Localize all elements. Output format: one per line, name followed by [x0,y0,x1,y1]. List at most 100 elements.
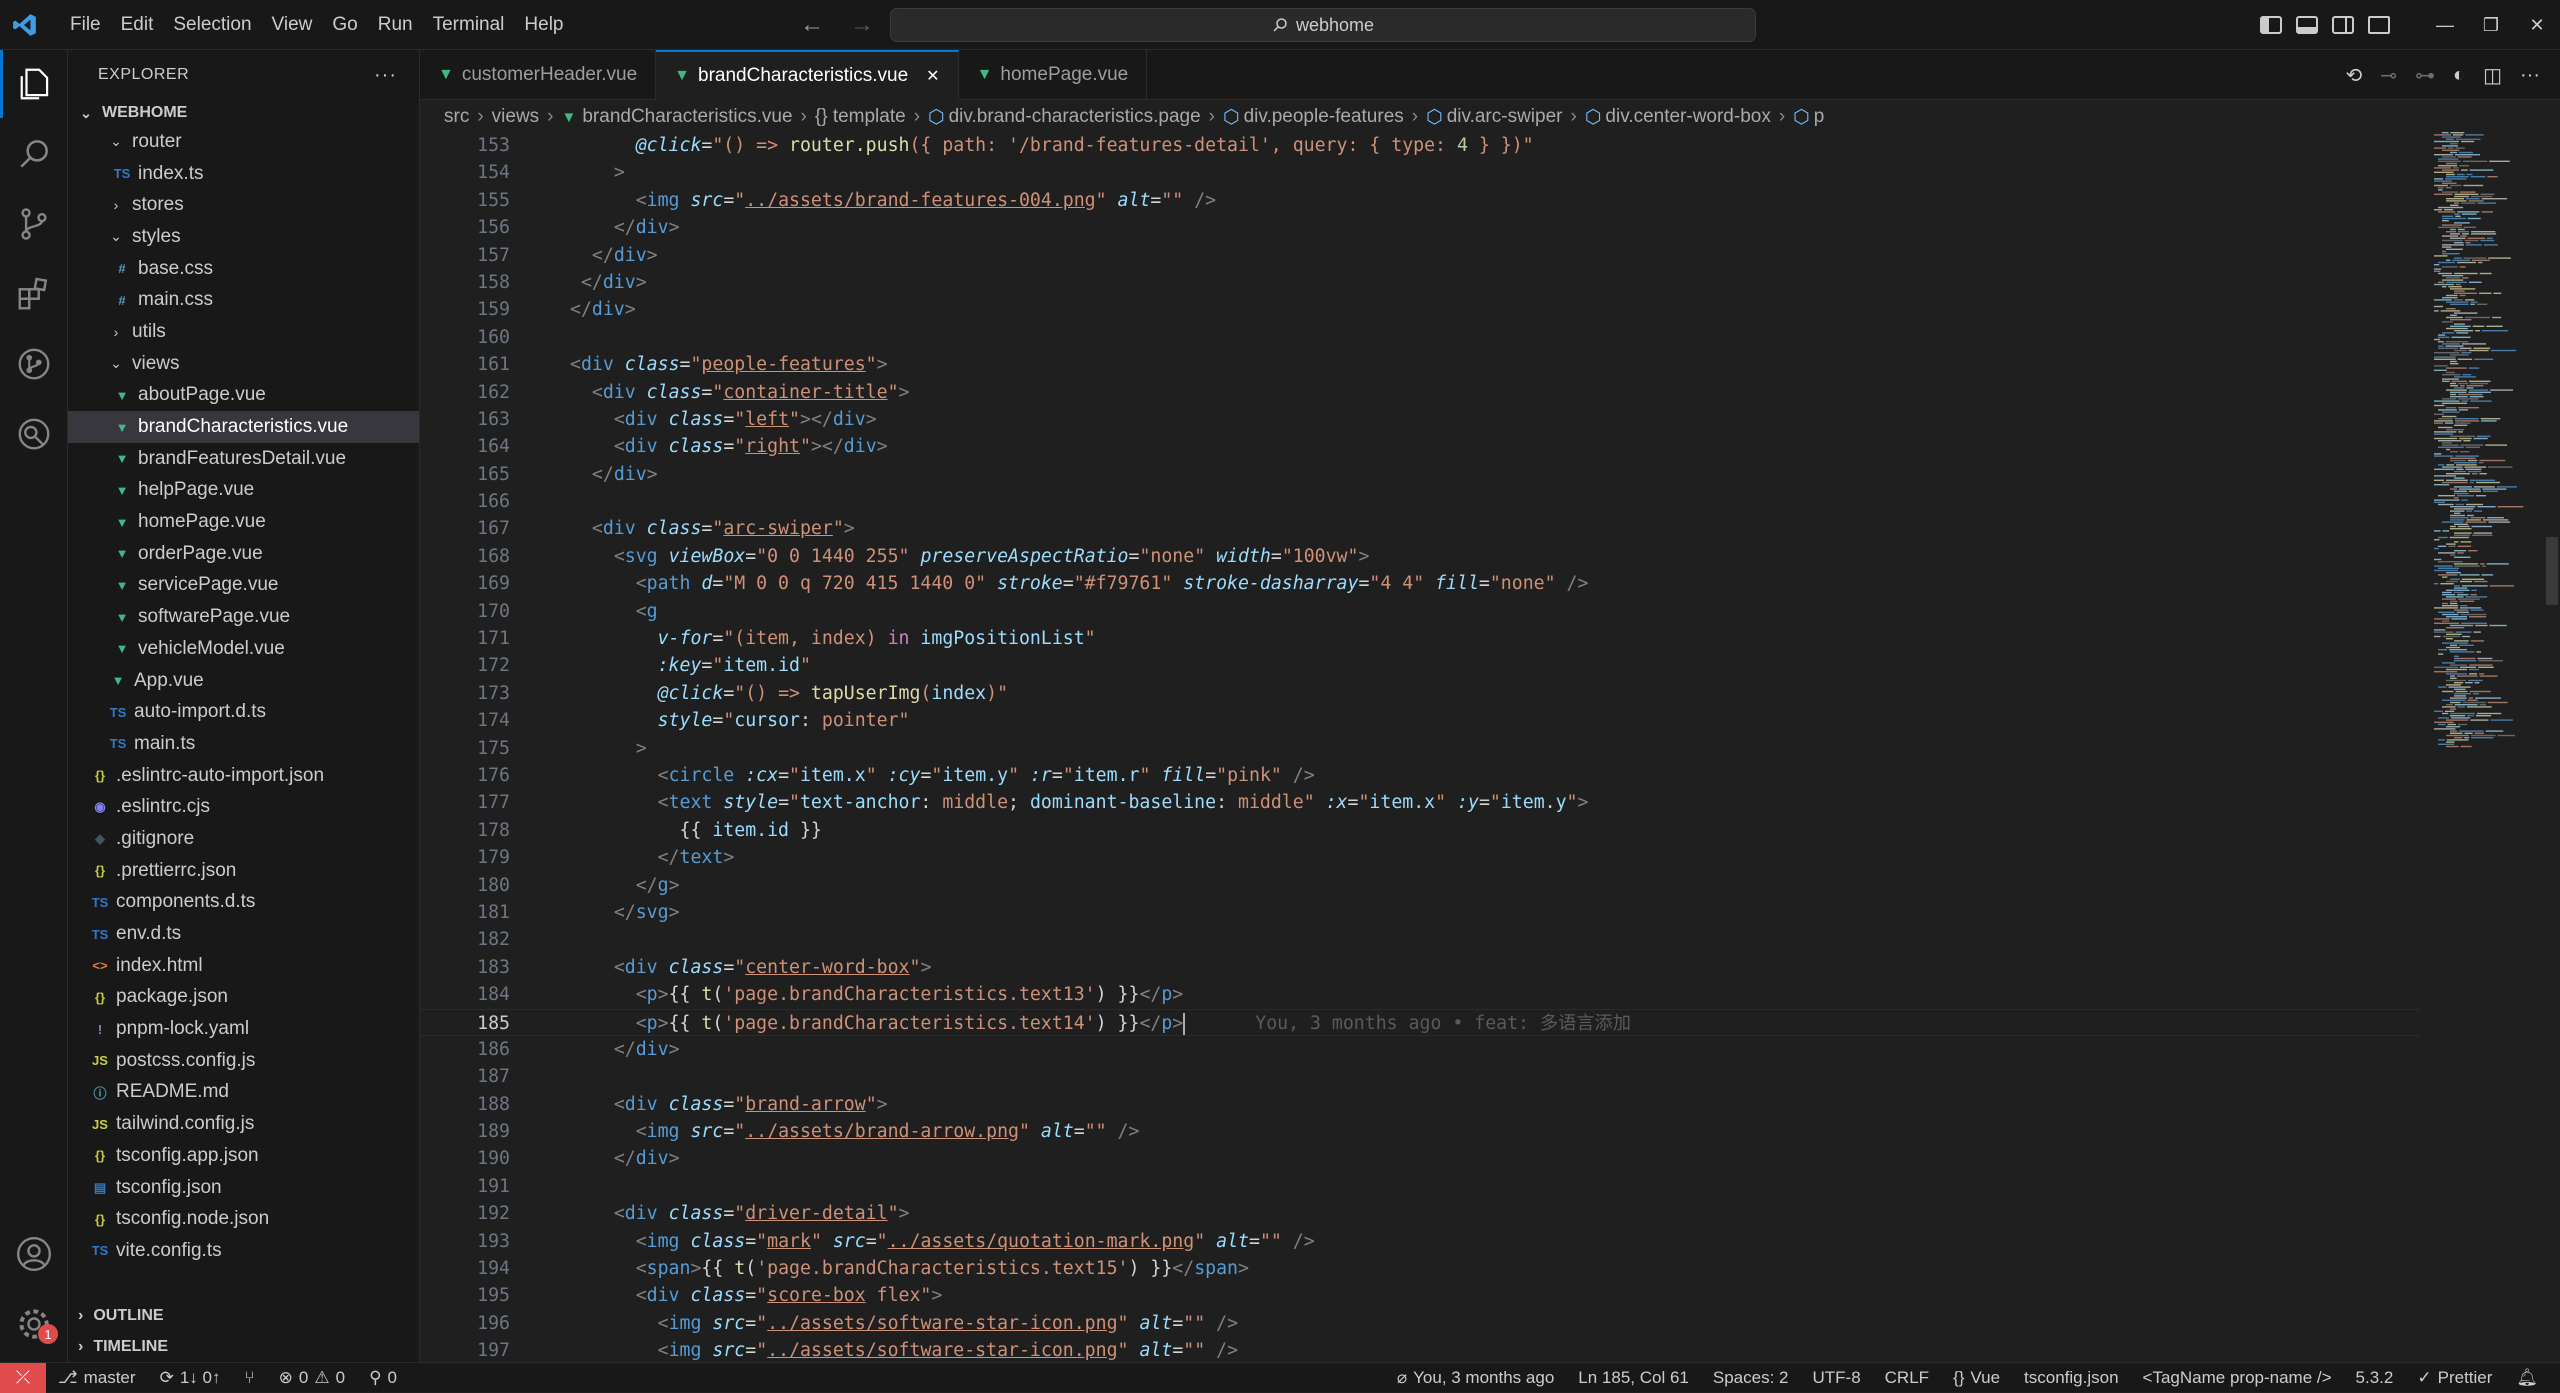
file-item[interactable]: ▼ softwarePage.vue [68,601,419,633]
code-line[interactable]: 172 :key="item.id" [420,652,2420,679]
code-line[interactable]: 195 <div class="score-box flex"> [420,1282,2420,1309]
tsconfig-status[interactable]: tsconfig.json [2012,1368,2131,1388]
menu-go[interactable]: Go [322,0,367,50]
file-item[interactable]: ▼ vehicleModel.vue [68,633,419,665]
menu-edit[interactable]: Edit [111,0,164,50]
code-line[interactable]: 186 </div> [420,1036,2420,1063]
source-control-icon[interactable] [0,190,68,258]
code-line[interactable]: 157 </div> [420,242,2420,269]
minimap[interactable] [2430,132,2540,1362]
file-item[interactable]: TS vite.config.ts [68,1235,419,1267]
breadcrumb-item[interactable]: src [444,106,469,128]
code-line[interactable]: 156 </div> [420,214,2420,241]
code-line[interactable]: 189 <img src="../assets/brand-arrow.png"… [420,1118,2420,1145]
minimize-icon[interactable]: — [2422,15,2468,36]
code-line[interactable]: 192 <div class="driver-detail"> [420,1200,2420,1227]
scrollbar-thumb[interactable] [2546,537,2558,605]
code-line[interactable]: 170 <g [420,598,2420,625]
code-line[interactable]: 180 </g> [420,872,2420,899]
file-item[interactable]: ▼ brandCharacteristics.vue [68,411,419,443]
folder-utils[interactable]: › utils [68,316,419,348]
file-item[interactable]: ▼ servicePage.vue [68,570,419,602]
file-item[interactable]: # main.css [68,284,419,316]
code-line[interactable]: 197 <img src="../assets/software-star-ic… [420,1337,2420,1364]
breadcrumb-item[interactable]: div.arc-swiper [1447,106,1563,128]
file-item[interactable]: <> index.html [68,950,419,982]
ts-version[interactable]: 5.3.2 [2344,1368,2406,1388]
file-item[interactable]: JS tailwind.config.js [68,1108,419,1140]
folder-styles[interactable]: ⌄ styles [68,221,419,253]
split-editor-icon[interactable]: ◫ [2483,63,2502,88]
code-line[interactable]: 178 {{ item.id }} [420,817,2420,844]
gitlens-icon[interactable] [0,400,68,468]
toggle-primary-sidebar-icon[interactable] [2260,16,2282,34]
file-item[interactable]: # base.css [68,253,419,285]
file-item[interactable]: TS env.d.ts [68,918,419,950]
code-line[interactable]: 167 <div class="arc-swiper"> [420,515,2420,542]
breadcrumb-item[interactable]: div.center-word-box [1605,106,1770,128]
code-line[interactable]: 184 <p>{{ t('page.brandCharacteristics.t… [420,981,2420,1008]
back-arrow-icon[interactable]: ← [800,11,824,39]
file-item[interactable]: {} tsconfig.app.json [68,1140,419,1172]
folder-router[interactable]: ⌄ router [68,126,419,158]
file-item[interactable]: ▼ App.vue [68,665,419,697]
code-line[interactable]: 171 v-for="(item, index) in imgPositionL… [420,625,2420,652]
file-item[interactable]: ▼ orderPage.vue [68,538,419,570]
file-item[interactable]: ▼ helpPage.vue [68,475,419,507]
code-line[interactable]: 179 </text> [420,844,2420,871]
folder-views[interactable]: ⌄ views [68,348,419,380]
code-line[interactable]: 194 <span>{{ t('page.brandCharacteristic… [420,1255,2420,1282]
code-line[interactable]: 155 <img src="../assets/brand-features-0… [420,187,2420,214]
open-changes-icon[interactable]: ◐ [2453,64,2465,87]
file-item[interactable]: ◆ .gitignore [68,823,419,855]
timeline-compare-icon[interactable]: ⟲ [2345,63,2362,88]
code-line[interactable]: 193 <img class="mark" src="../assets/quo… [420,1228,2420,1255]
code-line[interactable]: 196 <img src="../assets/software-star-ic… [420,1310,2420,1337]
indentation[interactable]: Spaces: 2 [1701,1368,1801,1388]
problems-status[interactable]: ⊗ 0 ⚠ 0 [267,1368,357,1388]
code-line[interactable]: 188 <div class="brand-arrow"> [420,1091,2420,1118]
command-center[interactable]: webhome [890,8,1756,42]
editor-scrollbar[interactable] [2544,132,2560,1362]
code-line[interactable]: 177 <text style="text-anchor: middle; do… [420,789,2420,816]
file-item[interactable]: ▼ brandFeaturesDetail.vue [68,443,419,475]
breadcrumb-item[interactable]: views [492,106,540,128]
code-line[interactable]: 169 <path d="M 0 0 q 720 415 1440 0" str… [420,570,2420,597]
next-change-icon[interactable]: ⊶ [2415,63,2435,88]
tab-homePage[interactable]: ▼ homePage.vue [959,50,1148,100]
breadcrumb-item[interactable]: {} template [815,106,906,128]
breadcrumb-item[interactable]: div.brand-characteristics.page [949,106,1201,128]
menu-file[interactable]: File [60,0,111,50]
notifications-bell-icon[interactable]: 🔔︎ [2504,1368,2550,1388]
code-editor[interactable]: 153 @click="() => router.push({ path: '/… [420,132,2420,1365]
code-line[interactable]: 164 <div class="right"></div> [420,433,2420,460]
file-item[interactable]: ◉ .eslintrc.cjs [68,791,419,823]
code-line[interactable]: 166 [420,488,2420,515]
toggle-secondary-sidebar-icon[interactable] [2332,16,2354,34]
file-item[interactable]: {} package.json [68,982,419,1014]
git-graph-icon[interactable] [0,330,68,398]
code-line[interactable]: 190 </div> [420,1145,2420,1172]
code-line[interactable]: 168 <svg viewBox="0 0 1440 255" preserve… [420,543,2420,570]
toggle-panel-icon[interactable] [2296,16,2318,34]
breadcrumb-item[interactable]: div.people-features [1244,106,1404,128]
code-line[interactable]: 165 </div> [420,461,2420,488]
tagname-status[interactable]: <TagName prop-name /> [2131,1368,2344,1388]
menu-run[interactable]: Run [368,0,423,50]
menu-view[interactable]: View [262,0,323,50]
manage-gear-icon[interactable]: 1 [0,1290,68,1358]
code-line[interactable]: 173 @click="() => tapUserImg(index)" [420,680,2420,707]
file-item[interactable]: ⓘ README.md [68,1077,419,1109]
code-line[interactable]: 162 <div class="container-title"> [420,379,2420,406]
code-line[interactable]: 153 @click="() => router.push({ path: '/… [420,132,2420,159]
customize-layout-icon[interactable] [2368,16,2390,34]
code-line[interactable]: 174 style="cursor: pointer" [420,707,2420,734]
close-window-icon[interactable]: ✕ [2514,15,2560,36]
branch-status[interactable]: ⎇ master [46,1368,148,1388]
restore-icon[interactable]: ❐ [2468,15,2514,36]
outline-section[interactable]: › OUTLINE [68,1300,419,1331]
ports-status[interactable]: ⚲ 0 [357,1368,409,1388]
encoding[interactable]: UTF-8 [1800,1368,1872,1388]
code-line[interactable]: 176 <circle :cx="item.x" :cy="item.y" :r… [420,762,2420,789]
code-line[interactable]: 160 [420,324,2420,351]
